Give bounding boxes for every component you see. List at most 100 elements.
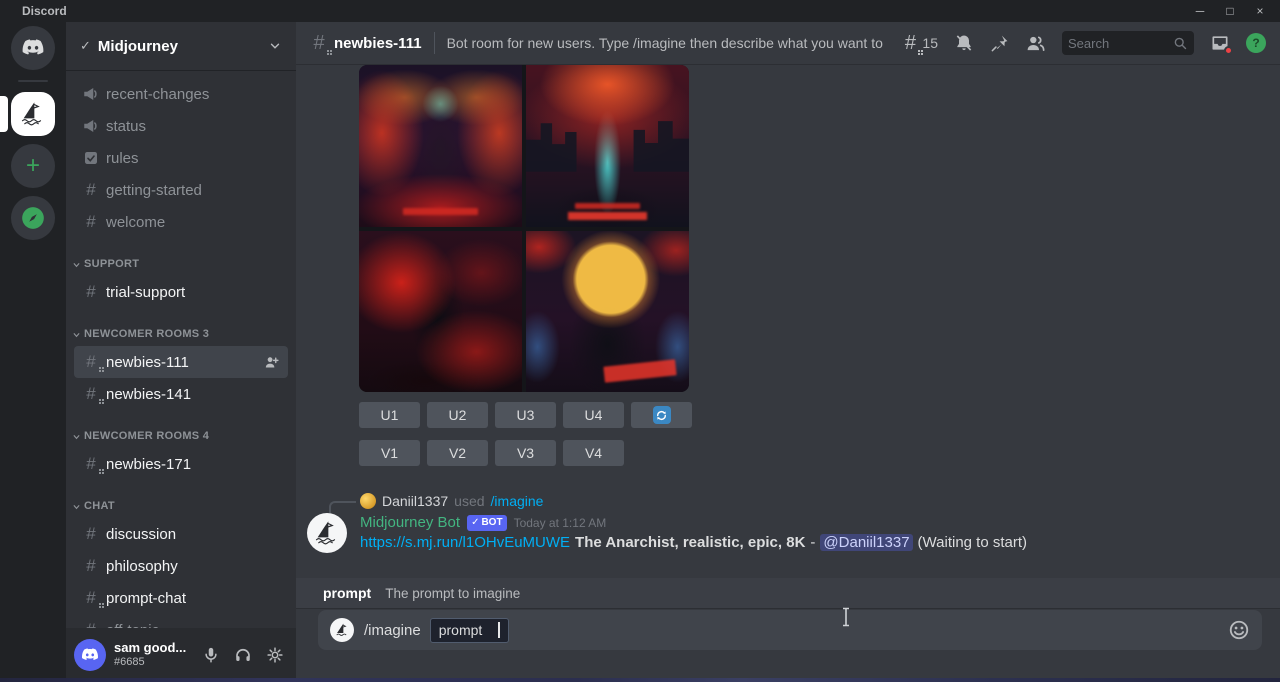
emoji-picker-button[interactable]	[1228, 619, 1250, 641]
upscale-button-row: U1 U2 U3 U4	[359, 402, 692, 428]
inbox-button[interactable]	[1210, 33, 1230, 53]
invite-members-icon[interactable]	[263, 354, 280, 371]
upscale-u1-button[interactable]: U1	[359, 402, 420, 428]
app-title: Discord	[22, 4, 67, 18]
section-chat[interactable]: CHAT	[66, 494, 296, 518]
section-newcomer-rooms-4[interactable]: NEWCOMER ROOMS 4	[66, 424, 296, 448]
bot-username[interactable]: Midjourney Bot	[360, 514, 460, 531]
reply-author-name[interactable]: Daniil1337	[382, 493, 448, 509]
minimize-button[interactable]: ─	[1188, 2, 1212, 20]
server-header[interactable]: ✓ Midjourney	[66, 22, 296, 70]
midjourney-sailboat-icon	[18, 99, 48, 129]
generated-image-grid[interactable]	[359, 65, 689, 392]
explore-servers-button[interactable]	[11, 196, 55, 240]
question-mark: ?	[1252, 36, 1259, 50]
channel-newbies-141[interactable]: # newbies-141	[74, 378, 288, 410]
threads-button[interactable]: # 15	[901, 32, 938, 55]
command-option-hint[interactable]: prompt The prompt to imagine	[296, 578, 1280, 608]
channel-label: newbies-111	[106, 354, 189, 371]
channel-discussion[interactable]: # discussion	[74, 518, 288, 550]
channel-prompt-chat[interactable]: # prompt-chat	[74, 582, 288, 614]
notifications-muted-icon[interactable]	[954, 33, 974, 53]
channel-off-topic[interactable]: # off-topic	[74, 614, 288, 628]
reply-command-link[interactable]: /imagine	[491, 493, 544, 509]
selected-server-pill	[0, 96, 8, 132]
reroll-button[interactable]	[631, 402, 692, 428]
prompt-text: The Anarchist, realistic, epic, 8K	[575, 534, 805, 551]
bot-avatar[interactable]	[307, 513, 347, 553]
channel-newbies-171[interactable]: # newbies-171	[74, 448, 288, 480]
chevron-down-icon	[268, 39, 282, 53]
section-newcomer-rooms-3[interactable]: NEWCOMER ROOMS 3	[66, 322, 296, 346]
upscale-u2-button[interactable]: U2	[427, 402, 488, 428]
section-title: NEWCOMER ROOMS 3	[84, 328, 209, 340]
add-server-button[interactable]: +	[11, 144, 55, 188]
channel-philosophy[interactable]: # philosophy	[74, 550, 288, 582]
compass-icon	[20, 205, 46, 231]
variation-v4-button[interactable]: V4	[563, 440, 624, 466]
variation-v1-button[interactable]: V1	[359, 440, 420, 466]
discord-logo-icon	[20, 35, 46, 61]
prompt-option-field[interactable]: prompt	[430, 618, 510, 643]
message-timestamp: Today at 1:12 AM	[514, 516, 607, 530]
search-input[interactable]	[1068, 36, 1173, 51]
composer-bot-avatar	[330, 618, 354, 642]
search-icon	[1173, 36, 1188, 51]
rail-divider	[18, 80, 48, 82]
megaphone-icon	[82, 85, 100, 103]
channel-label: status	[106, 118, 146, 135]
user-mention[interactable]: @Daniil1337	[820, 534, 912, 551]
main-area: # newbies-111 Bot room for new users. Ty…	[296, 22, 1280, 682]
upscale-u3-button[interactable]: U3	[495, 402, 556, 428]
channel-label: getting-started	[106, 182, 202, 199]
headphones-icon[interactable]	[234, 646, 252, 664]
channel-newbies-111[interactable]: # newbies-111	[74, 346, 288, 378]
close-button[interactable]: ×	[1248, 2, 1272, 20]
channel-label: rules	[106, 150, 139, 167]
midjourney-sailboat-icon	[312, 518, 342, 548]
home-button[interactable]	[11, 26, 55, 70]
window-titlebar: Discord ─ □ ×	[0, 0, 1280, 22]
chevron-down-icon	[72, 330, 81, 339]
variation-v2-button[interactable]: V2	[427, 440, 488, 466]
section-title: CHAT	[84, 500, 115, 512]
bot-verified-check: ✓	[471, 517, 479, 528]
channel-rules[interactable]: rules	[74, 142, 288, 174]
hash-icon: #	[82, 620, 100, 628]
ibeam-cursor	[840, 607, 852, 627]
user-panel: sam good... #6685	[66, 628, 296, 682]
poster-text	[568, 212, 646, 220]
channel-sidebar: ✓ Midjourney recent-changes status rules…	[66, 22, 296, 682]
channel-welcome[interactable]: # welcome	[74, 206, 288, 238]
message-composer[interactable]: /imagine prompt	[318, 610, 1262, 650]
channel-label: welcome	[106, 214, 165, 231]
member-list-icon[interactable]	[1025, 33, 1046, 54]
channel-getting-started[interactable]: # getting-started	[74, 174, 288, 206]
settings-gear-icon[interactable]	[266, 646, 284, 664]
poster-text	[575, 203, 640, 209]
channel-recent-changes[interactable]: recent-changes	[74, 78, 288, 110]
upscale-u4-button[interactable]: U4	[563, 402, 624, 428]
poster-text	[403, 208, 478, 215]
job-link[interactable]: https://s.mj.run/l1OHvEuMUWE	[360, 534, 570, 551]
channel-status[interactable]: status	[74, 110, 288, 142]
help-button[interactable]: ?	[1246, 33, 1266, 53]
search-box	[1062, 31, 1194, 55]
midjourney-sailboat-icon	[334, 622, 351, 639]
section-support[interactable]: SUPPORT	[66, 252, 296, 276]
channel-trial-support[interactable]: # trial-support	[74, 276, 288, 308]
pinned-messages-icon[interactable]	[990, 34, 1009, 53]
channel-topic[interactable]: Bot room for new users. Type /imagine th…	[447, 35, 887, 51]
user-meta[interactable]: sam good... #6685	[114, 641, 186, 669]
section-title: NEWCOMER ROOMS 4	[84, 430, 209, 442]
microphone-icon[interactable]	[202, 646, 220, 664]
channel-name: newbies-111	[334, 35, 422, 52]
channel-label: newbies-171	[106, 456, 191, 473]
server-icon-midjourney[interactable]	[11, 92, 55, 136]
user-discriminator: #6685	[114, 656, 186, 669]
reply-reference[interactable]: Daniil1337 used /imagine	[360, 492, 543, 510]
variation-v3-button[interactable]: V3	[495, 440, 556, 466]
maximize-button[interactable]: □	[1218, 2, 1242, 20]
user-avatar[interactable]	[74, 639, 106, 671]
reply-spine	[329, 501, 356, 513]
